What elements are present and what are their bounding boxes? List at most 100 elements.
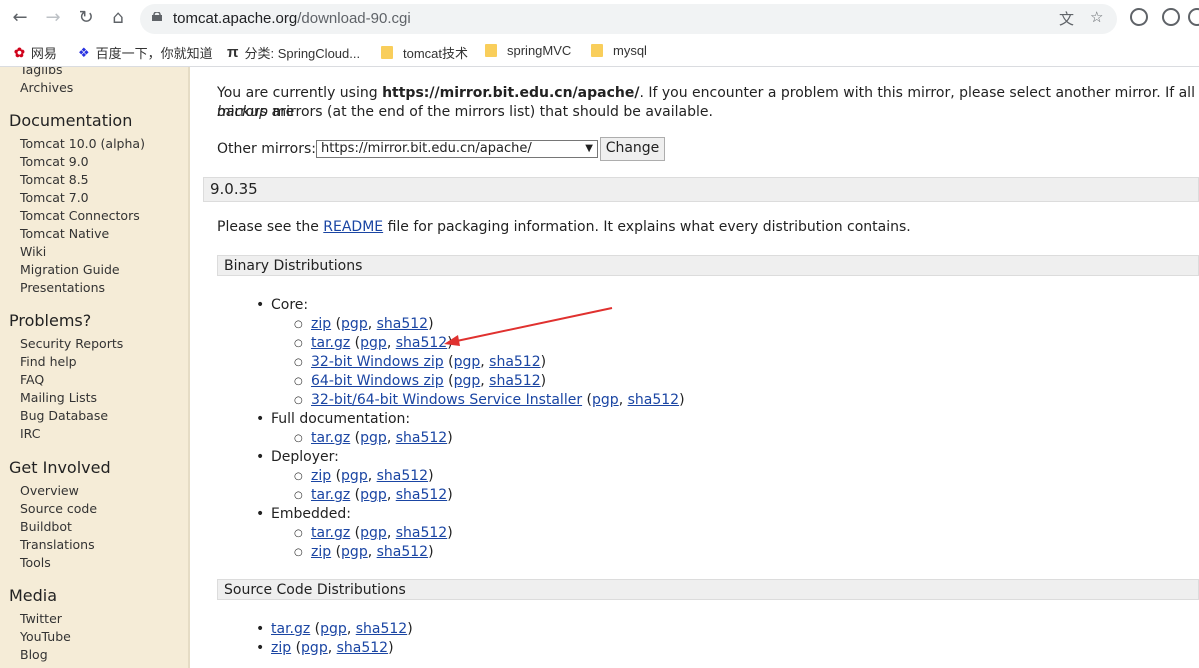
list-item-full-doc: Full documentation: [256,410,410,429]
source-zip-link[interactable]: zip [271,640,291,656]
sidebar-item-tomcat85[interactable]: Tomcat 8.5 [20,172,89,187]
sidebar-item-native[interactable]: Tomcat Native [20,226,109,241]
doc-targz-pgp-link[interactable]: pgp [360,430,387,446]
deployer-zip-link[interactable]: zip [311,468,331,484]
deployer-zip-sha512-link[interactable]: sha512 [377,468,428,484]
main-content: You are currently using https://mirror.b… [203,67,1199,668]
lock-icon[interactable] [152,12,162,21]
source-targz-pgp-link[interactable]: pgp [320,621,347,637]
mirror-select-value: https://mirror.bit.edu.cn/apache/ [321,141,532,156]
url-text[interactable]: tomcat.apache.org/download-90.cgi [173,10,411,27]
list-item-doc-targz: tar.gz (pgp, sha512) [294,429,453,448]
sidebar-item-bug-database[interactable]: Bug Database [20,408,108,423]
sidebar-item-twitter[interactable]: Twitter [20,611,62,626]
sidebar-item-security[interactable]: Security Reports [20,336,123,351]
list-item-deployer: Deployer: [256,448,339,467]
bookmark-label: 百度一下，你就知道 [95,46,213,61]
embedded-zip-link[interactable]: zip [311,544,331,560]
back-arrow-icon[interactable]: ← [8,6,32,30]
list-item-source-targz: tar.gz (pgp, sha512) [256,620,413,639]
core-win64-link[interactable]: 64-bit Windows zip [311,373,444,389]
core-installer-sha512-link[interactable]: sha512 [628,392,679,408]
sidebar-item-migration[interactable]: Migration Guide [20,262,120,277]
sidebar-item-source-code[interactable]: Source code [20,501,97,516]
embedded-targz-link[interactable]: tar.gz [311,525,350,541]
sidebar-item-translations[interactable]: Translations [20,537,95,552]
address-bar[interactable]: tomcat.apache.org/download-90.cgi 文 ☆ [140,4,1117,34]
profile-icon[interactable] [1188,8,1199,26]
forward-arrow-icon[interactable]: → [41,6,65,30]
red-arrow-annotation [444,307,613,346]
sidebar-item-find-help[interactable]: Find help [20,354,77,369]
deployer-targz-sha512-link[interactable]: sha512 [396,487,447,503]
core-targz-link[interactable]: tar.gz [311,335,350,351]
dropdown-arrow-icon: ▼ [585,143,593,154]
sidebar-item-archives[interactable]: Archives [20,80,73,95]
bookmark-mysql[interactable]: mysql [591,43,647,58]
list-item-core-installer: 32-bit/64-bit Windows Service Installer … [294,391,685,410]
mirror-select[interactable]: https://mirror.bit.edu.cn/apache/ ▼ [316,140,598,158]
core-win32-pgp-link[interactable]: pgp [454,354,481,370]
source-targz-sha512-link[interactable]: sha512 [356,621,407,637]
source-targz-link[interactable]: tar.gz [271,621,310,637]
sidebar-item-buildbot[interactable]: Buildbot [20,519,72,534]
browser-toolbar: ← → ↻ ⌂ tomcat.apache.org/download-90.cg… [0,0,1199,37]
core-win32-link[interactable]: 32-bit Windows zip [311,354,444,370]
sidebar-item-presentations[interactable]: Presentations [20,280,105,295]
sidebar-item-tools[interactable]: Tools [20,555,51,570]
core-installer-pgp-link[interactable]: pgp [592,392,619,408]
folder-icon [381,46,393,59]
deployer-zip-pgp-link[interactable]: pgp [341,468,368,484]
core-win32-sha512-link[interactable]: sha512 [489,354,540,370]
bookmark-springcloud[interactable]: π 分类: SpringCloud... [227,43,360,62]
core-zip-pgp-link[interactable]: pgp [341,316,368,332]
core-installer-link[interactable]: 32-bit/64-bit Windows Service Installer [311,392,582,408]
readme-link[interactable]: README [323,219,383,235]
sidebar-item-blog[interactable]: Blog [20,647,48,662]
version-heading: 9.0.35 [203,177,1199,202]
list-item-embedded: Embedded: [256,505,351,524]
embedded-targz-pgp-link[interactable]: pgp [360,525,387,541]
sidebar-item-faq[interactable]: FAQ [20,372,44,387]
bookmark-netease[interactable]: ✿ 网易 [14,43,57,62]
core-zip-link[interactable]: zip [311,316,331,332]
extension-icon[interactable] [1162,8,1180,26]
backup-emphasis: backup [217,104,269,120]
sidebar-item-mailing-lists[interactable]: Mailing Lists [20,390,97,405]
bookmark-baidu[interactable]: ❖ 百度一下，你就知道 [78,43,213,62]
embedded-targz-sha512-link[interactable]: sha512 [396,525,447,541]
deployer-targz-pgp-link[interactable]: pgp [360,487,387,503]
sidebar-item-tomcat7[interactable]: Tomcat 7.0 [20,190,89,205]
sidebar-item-irc[interactable]: IRC [20,426,40,441]
home-icon[interactable]: ⌂ [106,6,130,30]
change-mirror-button[interactable]: Change [600,137,665,161]
bookmark-springmvc[interactable]: springMVC [485,43,571,58]
reload-icon[interactable]: ↻ [74,6,98,30]
translate-icon[interactable]: 文 [1059,8,1074,29]
folder-icon [485,44,497,57]
bookmark-tomcat[interactable]: tomcat技术 [381,43,468,62]
core-win64-sha512-link[interactable]: sha512 [489,373,540,389]
source-distributions-title: Source Code Distributions [224,582,406,598]
extension-icon[interactable] [1130,8,1148,26]
sidebar-item-youtube[interactable]: YouTube [20,629,71,644]
list-item-core-targz: tar.gz (pgp, sha512) [294,334,453,353]
embedded-zip-sha512-link[interactable]: sha512 [377,544,428,560]
sidebar-item-tomcat10[interactable]: Tomcat 10.0 (alpha) [20,136,145,151]
embedded-zip-pgp-link[interactable]: pgp [341,544,368,560]
star-icon[interactable]: ☆ [1090,8,1103,26]
sidebar-heading-media: Media [9,586,58,605]
core-zip-sha512-link[interactable]: sha512 [377,316,428,332]
core-win64-pgp-link[interactable]: pgp [454,373,481,389]
source-zip-sha512-link[interactable]: sha512 [337,640,388,656]
sidebar-item-overview[interactable]: Overview [20,483,79,498]
sidebar-item-wiki[interactable]: Wiki [20,244,46,259]
source-zip-pgp-link[interactable]: pgp [301,640,328,656]
deployer-targz-link[interactable]: tar.gz [311,487,350,503]
sidebar-item-taglibs[interactable]: Taglibs [20,67,63,77]
doc-targz-sha512-link[interactable]: sha512 [396,430,447,446]
sidebar-item-tomcat9[interactable]: Tomcat 9.0 [20,154,89,169]
sidebar-item-connectors[interactable]: Tomcat Connectors [20,208,140,223]
core-targz-pgp-link[interactable]: pgp [360,335,387,351]
doc-targz-link[interactable]: tar.gz [311,430,350,446]
